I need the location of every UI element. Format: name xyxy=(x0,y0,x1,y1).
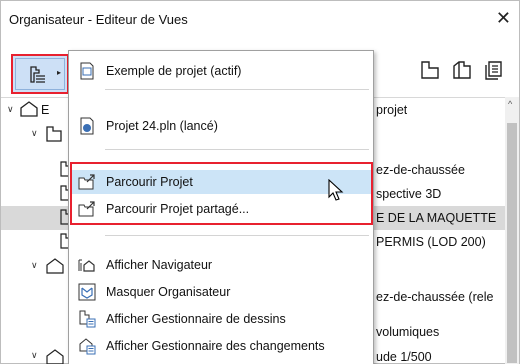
tree-row-label-right: PERMIS (LOD 200) xyxy=(376,235,486,249)
section-folder-icon xyxy=(46,258,64,274)
browse-shared-folder-icon xyxy=(78,201,95,217)
vertical-scrollbar[interactable]: ^ xyxy=(505,97,519,364)
menu-item-label: Exemple de projet (actif) xyxy=(106,64,242,78)
title-bar: Organisateur - Editeur de Vues ✕ xyxy=(1,1,520,37)
menu-item-label: Parcourir Projet partagé... xyxy=(106,202,250,216)
tree-row-label-right: spective 3D xyxy=(376,187,442,201)
story-folder-icon xyxy=(46,126,62,142)
menu-item-label: Afficher Gestionnaire des changements xyxy=(106,339,325,353)
menu-item-label: Masquer Organisateur xyxy=(106,285,231,299)
house-icon xyxy=(46,349,64,364)
menu-separator xyxy=(105,149,369,150)
menu-item-hide-organizer[interactable]: Masquer Organisateur xyxy=(70,280,372,304)
menu-item-browse-shared[interactable]: Parcourir Projet partagé... xyxy=(70,197,372,221)
browse-folder-icon xyxy=(78,174,95,190)
tree-row-label-right: projet xyxy=(376,103,408,117)
change-manager-icon xyxy=(79,338,96,355)
project-file-icon xyxy=(80,62,94,80)
menu-item-label: Afficher Gestionnaire de dessins xyxy=(106,312,286,326)
menu-separator xyxy=(105,235,369,236)
menu-item-label: Afficher Navigateur xyxy=(106,258,213,272)
menu-item-drawing-manager[interactable]: Afficher Gestionnaire de dessins xyxy=(70,307,372,331)
chevron-down-icon[interactable]: ∨ xyxy=(31,260,38,271)
navigator-icon xyxy=(78,259,95,272)
chevron-right-icon: ▸ xyxy=(57,68,62,77)
tree-row-label-right: ude 1/500 xyxy=(376,350,432,364)
scroll-thumb[interactable] xyxy=(507,123,517,363)
pln-file-icon xyxy=(80,117,94,135)
menu-item-label: Parcourir Projet xyxy=(106,175,193,189)
menu-item-browse-project[interactable]: Parcourir Projet xyxy=(70,170,372,194)
chevron-down-icon[interactable]: ∨ xyxy=(31,128,38,139)
chevron-down-icon[interactable]: ∨ xyxy=(31,350,38,361)
menu-item-label: Projet 24.pln (lancé) xyxy=(106,119,218,133)
chevron-down-icon[interactable]: ∨ xyxy=(7,104,14,115)
menu-item-active-project[interactable]: Exemple de projet (actif) xyxy=(70,59,372,83)
tree-row-label-right: ez-de-chaussée xyxy=(376,163,465,177)
house-icon xyxy=(20,101,38,117)
menu-item-show-navigator[interactable]: Afficher Navigateur xyxy=(70,253,372,277)
menu-item-change-manager[interactable]: Afficher Gestionnaire des changements xyxy=(70,334,372,358)
organizer-window: Organisateur - Editeur de Vues ✕ ▸ ∨ E p… xyxy=(0,0,520,364)
project-dropdown-menu: Exemple de projet (actif) Projet 24.pln … xyxy=(68,50,374,364)
drawing-manager-icon xyxy=(79,310,96,328)
mouse-pointer-icon xyxy=(328,179,344,201)
floor-plan-view-icon[interactable] xyxy=(419,59,441,81)
tree-row-label-right: E DE LA MAQUETTE xyxy=(376,211,497,225)
layout-view-icon[interactable] xyxy=(483,59,505,81)
tree-row-label-right: volumiques xyxy=(376,325,440,339)
close-icon[interactable]: ✕ xyxy=(496,8,511,28)
view-map-dropdown-button[interactable]: ▸ xyxy=(11,54,69,94)
window-title: Organisateur - Editeur de Vues xyxy=(9,12,188,27)
tree-row-label-right: ez-de-chaussée (rele xyxy=(376,290,494,304)
tree-row-label: E xyxy=(41,103,50,117)
section-view-icon[interactable] xyxy=(451,59,473,81)
organizer-icon xyxy=(78,283,96,301)
view-map-icon xyxy=(30,66,45,83)
menu-item-pln-project[interactable]: Projet 24.pln (lancé) xyxy=(70,114,372,138)
scroll-up-icon[interactable]: ^ xyxy=(508,99,512,109)
menu-separator xyxy=(105,89,369,90)
